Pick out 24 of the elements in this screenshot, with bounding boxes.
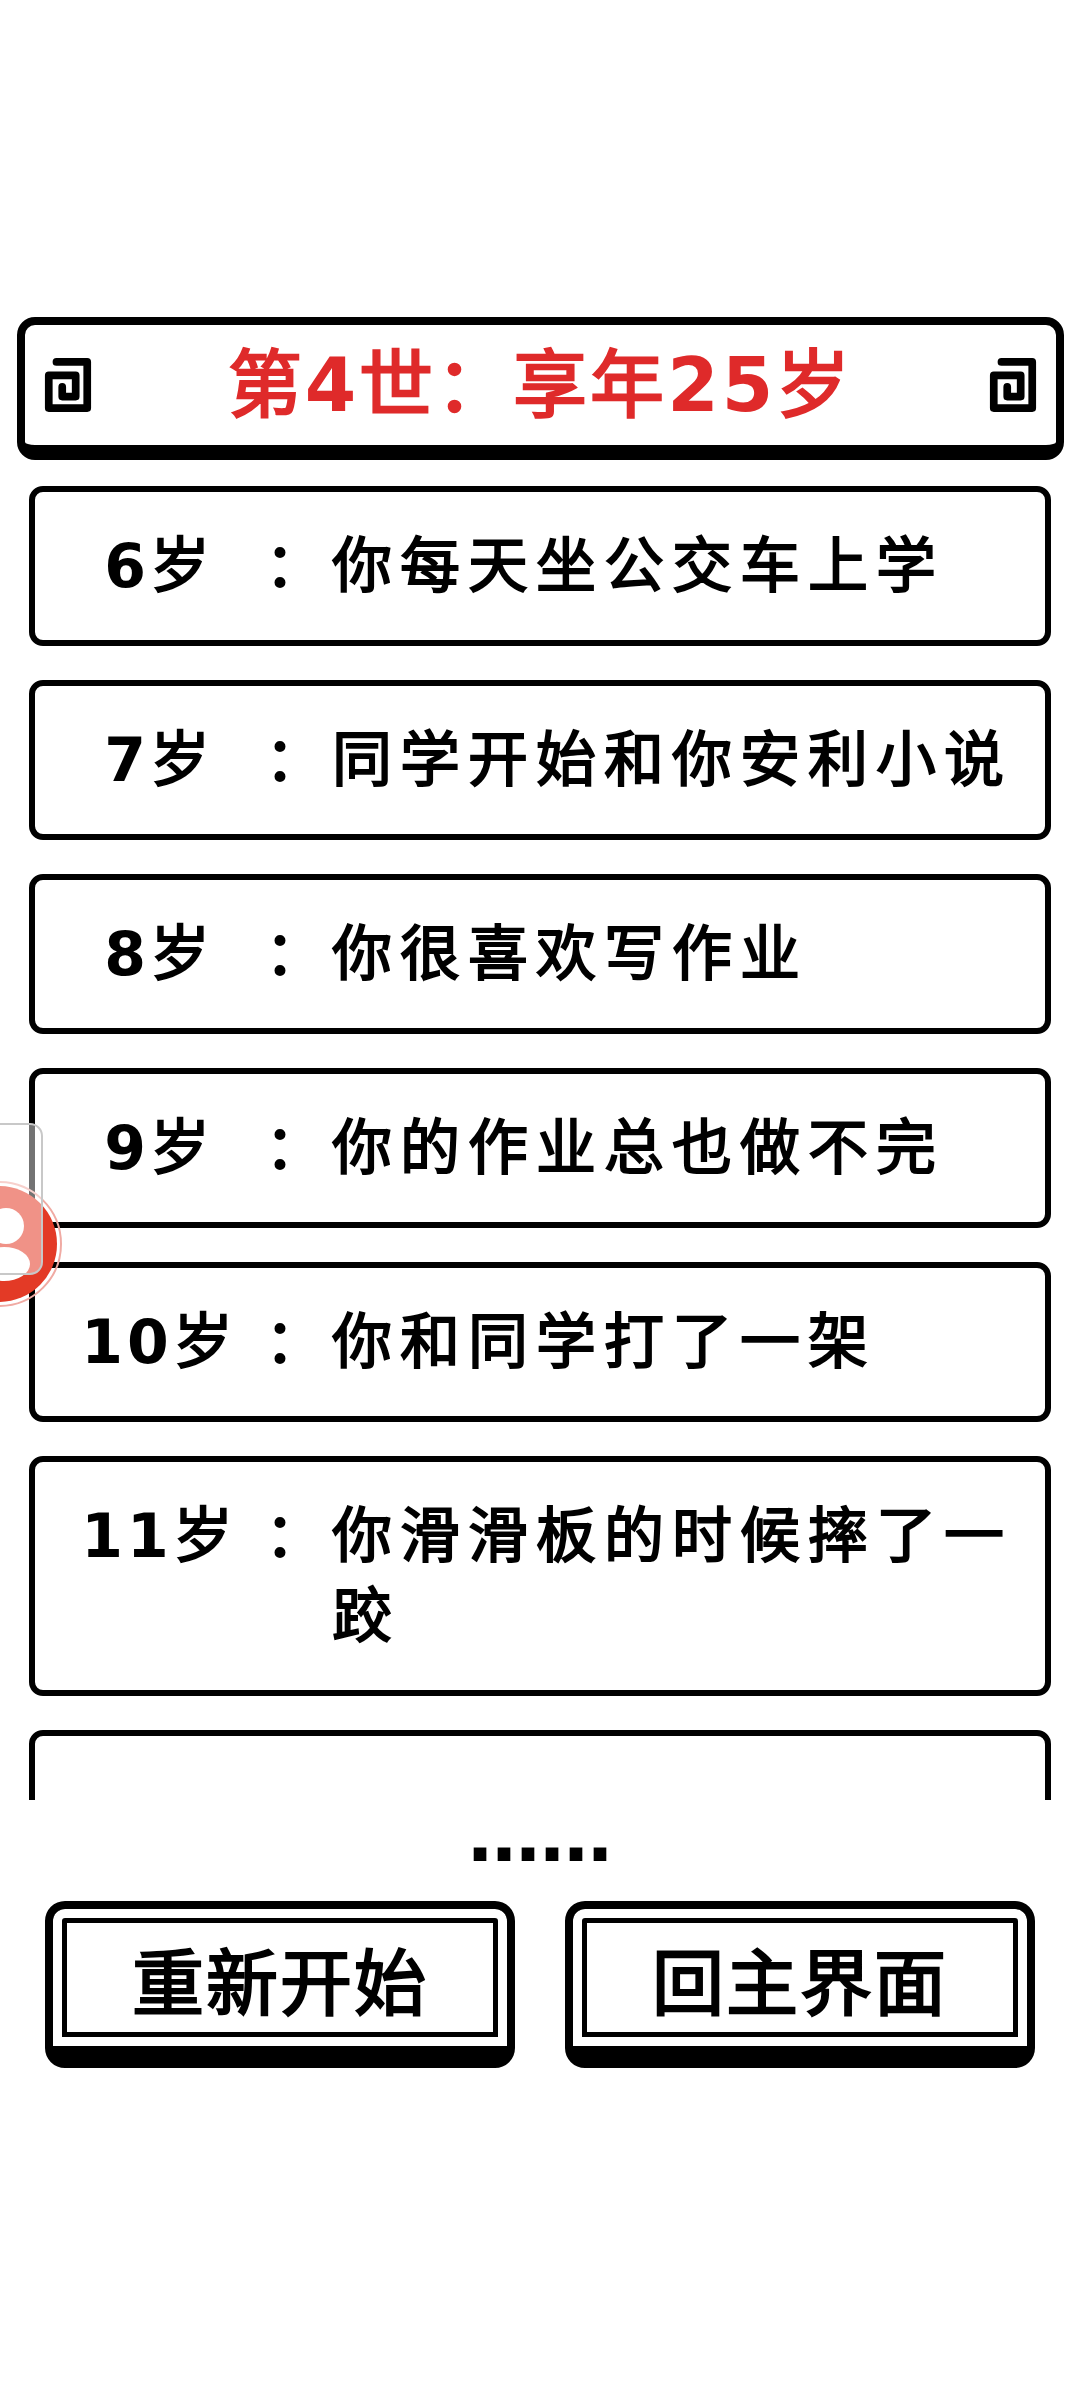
event-text: 你和同学打了一架: [332, 1306, 877, 1379]
ellipsis-text: ……: [468, 1800, 612, 1872]
age-label: 10岁: [80, 1306, 238, 1379]
separator-colon: ：: [264, 724, 326, 797]
event-text: 同学开始和你安利小说: [332, 724, 1013, 797]
square-spiral-icon: [988, 356, 1038, 414]
age-label: 6岁: [103, 530, 215, 603]
square-spiral-icon: [43, 356, 93, 414]
action-button[interactable]: 回主界面: [565, 1901, 1035, 2068]
title-text: 第4世：享年25岁: [226, 340, 855, 430]
event-text: 你很喜欢写作业: [332, 918, 809, 991]
event-text: 你每天坐公交车上学: [332, 530, 945, 603]
age-label: 7岁: [103, 724, 215, 797]
separator-colon: ：: [264, 1500, 326, 1573]
age-label: 8岁: [103, 918, 215, 991]
action-button[interactable]: 重新开始: [45, 1901, 515, 2068]
separator-colon: ：: [264, 1306, 326, 1379]
event-text: 你滑滑板的时候摔了一跤: [332, 1500, 1013, 1653]
separator-colon: ：: [264, 530, 326, 603]
separator-colon: ：: [264, 1112, 326, 1185]
age-label: 11岁: [80, 1500, 238, 1573]
separator-colon: ：: [264, 918, 326, 991]
age-label: 9岁: [103, 1112, 215, 1185]
event-text: 你的作业总也做不完: [332, 1112, 945, 1185]
